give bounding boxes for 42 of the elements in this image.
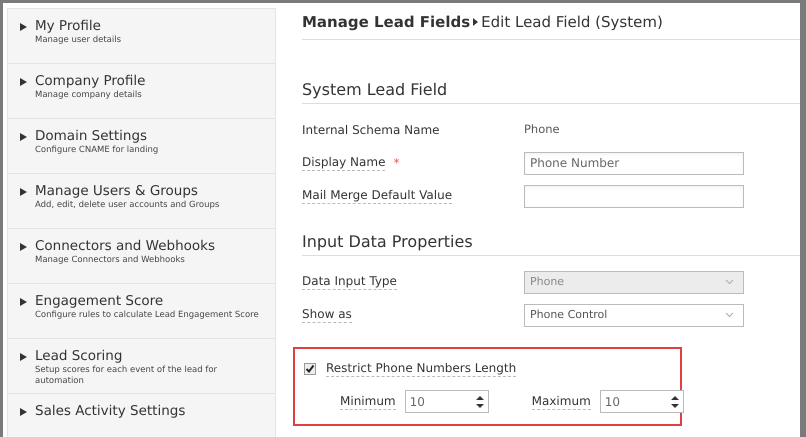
spinner-arrows-icon [670,394,679,408]
breadcrumb-link[interactable]: Manage Lead Fields [302,10,470,34]
field-label: Show as [302,307,352,323]
sidebar-item[interactable]: Engagement Score Configure rules to calculate Lead Engagement Score [7,283,276,339]
sidebar-item[interactable]: Sales Activity Settings [7,393,276,437]
chevron-down-icon [725,312,734,318]
field-label: Display Name [302,155,386,171]
required-mark: * [393,155,400,172]
breadcrumb-arrow-icon [473,18,478,26]
field-value: Phone [524,121,560,138]
page-title: Edit Lead Field (System) [481,12,663,33]
text-input[interactable] [524,184,744,208]
section-heading: System Lead Field [302,80,448,99]
number-input[interactable]: 10 [404,390,489,413]
text-input[interactable]: Phone Number [524,152,744,174]
expand-arrow-icon [20,298,27,306]
expand-arrow-icon [20,23,27,31]
section-heading: Input Data Properties [302,232,473,251]
checkbox[interactable] [304,363,316,375]
checkbox-label: Restrict Phone Numbers Length [326,361,516,377]
number-input[interactable]: 10 [600,390,684,413]
field-label: Maximum [532,394,591,410]
sidebar-item[interactable]: My Profile Manage user details [7,8,276,64]
field-label: Internal Schema Name [302,122,440,138]
sidebar-item[interactable]: Company Profile Manage company details [7,63,276,119]
spinner-arrows-icon [476,394,484,408]
expand-arrow-icon [20,353,27,361]
sidebar-item[interactable]: Domain Settings Configure CNAME for landing [7,118,276,174]
dropdown[interactable]: Phone Control [524,304,744,326]
expand-arrow-icon [20,243,27,251]
expand-arrow-icon [20,78,27,86]
expand-arrow-icon [20,408,27,416]
sidebar-item[interactable]: Lead Scoring Setup scores for each event of the lead for automation [7,338,276,394]
dropdown: Phone [524,270,744,294]
expand-arrow-icon [20,133,27,141]
field-label: Data Input Type [302,274,397,290]
field-label: Mail Merge Default Value [302,188,452,204]
expand-arrow-icon [20,188,27,196]
sidebar-item[interactable]: Manage Users & Groups Add, edit, delete user accounts and Groups [7,173,276,229]
field-label: Minimum [340,394,396,410]
chevron-down-icon [725,279,734,285]
sidebar-item[interactable]: Connectors and Webhooks Manage Connectors and Webhooks [7,228,276,284]
